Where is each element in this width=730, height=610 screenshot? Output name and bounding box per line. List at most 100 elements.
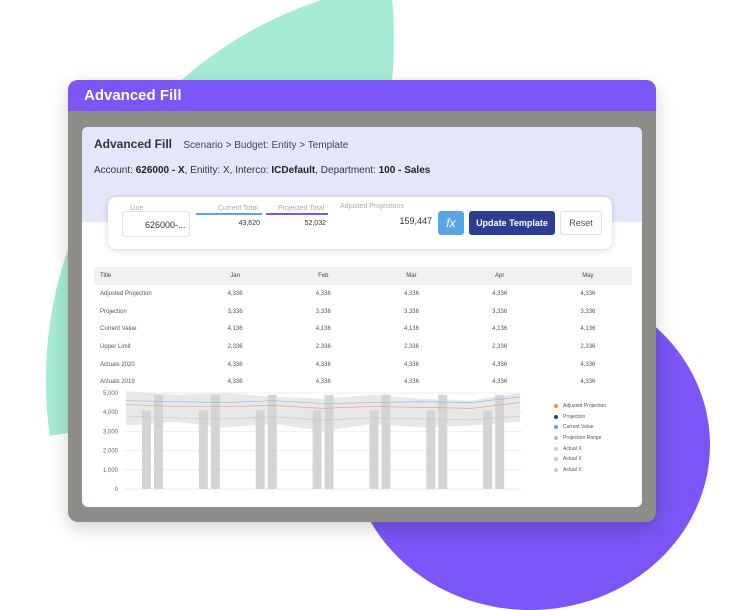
projected-total-label: Projected Total <box>278 205 325 212</box>
table-cell[interactable]: 2,336 <box>456 338 544 356</box>
legend-label: Projection <box>563 413 586 420</box>
bar <box>381 394 391 489</box>
table-cell[interactable]: 2,336 <box>191 338 279 356</box>
bar <box>255 410 265 489</box>
table-cell[interactable]: 4,336 <box>367 285 455 303</box>
table-cell[interactable]: 3,336 <box>279 303 367 321</box>
table-cell[interactable]: 3,336 <box>456 303 544 321</box>
legend-item[interactable]: Actual X <box>554 443 642 454</box>
bar <box>426 410 436 489</box>
table-cell[interactable]: 4,136 <box>367 320 455 338</box>
legend-item[interactable]: Projection Range <box>554 433 642 444</box>
bar <box>369 410 379 489</box>
account-label: Account: <box>94 165 133 176</box>
projection-range-band <box>126 391 520 432</box>
entity-label: , Enitity: X, Interco: <box>184 165 269 176</box>
table-cell[interactable]: 3,336 <box>191 303 279 321</box>
table-cell[interactable]: 4,136 <box>279 320 367 338</box>
column-header: Apr <box>455 267 544 285</box>
row-title: Current Value <box>100 326 137 333</box>
legend-item[interactable]: Current Value <box>554 422 642 433</box>
legend-item[interactable]: Projection <box>554 412 642 423</box>
table-cell[interactable]: 4,136 <box>456 320 544 338</box>
legend-swatch <box>554 436 558 441</box>
function-icon: fx <box>446 216 456 230</box>
projection-table: Title Jan Feb Mar Apr May Adjusted Proje… <box>94 267 632 391</box>
bar <box>438 394 448 489</box>
row-title: Projection <box>100 308 127 315</box>
projection-chart: 5,000 4,000 3,000 2,000 1,000 0 <box>94 385 534 497</box>
table-cell[interactable]: 4,336 <box>544 373 632 391</box>
y-tick-label: 4,000 <box>103 410 119 416</box>
column-header: Jan <box>191 267 280 285</box>
advanced-fill-panel: Advanced Fill Scenario > Budget: Entity … <box>82 127 642 507</box>
legend-swatch <box>554 457 558 462</box>
legend-label: Actual X <box>563 445 582 452</box>
legend-item[interactable]: Adjusted Projection <box>554 401 642 412</box>
table-cell[interactable]: 4,336 <box>279 285 367 303</box>
fx-button[interactable]: fx <box>438 211 464 235</box>
bar <box>495 394 505 489</box>
legend-label: Current Value <box>563 424 594 431</box>
bar <box>267 394 277 489</box>
legend-label: Actual X <box>563 466 582 473</box>
table-cell[interactable]: 4,336 <box>544 285 632 303</box>
panel-title: Advanced Fill <box>94 137 173 151</box>
chart-svg: 5,000 4,000 3,000 2,000 1,000 0 <box>103 391 522 493</box>
table-cell[interactable]: 3,336 <box>367 303 455 321</box>
reset-button[interactable]: Reset <box>560 211 602 235</box>
table-row[interactable]: Adjusted Projection 4,336 4,336 4,336 4,… <box>94 285 632 303</box>
table-cell[interactable]: 4,336 <box>456 356 544 374</box>
legend-swatch <box>554 414 558 419</box>
bar <box>154 394 163 489</box>
legend-swatch <box>554 404 558 409</box>
account-info: Account: 626000 - X, Enitity: X, Interco… <box>94 165 642 176</box>
table-cell[interactable]: 4,336 <box>367 356 455 374</box>
table-cell[interactable]: 4,336 <box>191 356 279 374</box>
table-cell[interactable]: 2,336 <box>279 338 367 356</box>
table-cell[interactable]: 2,336 <box>544 338 632 356</box>
bar <box>324 394 334 489</box>
bar <box>142 410 151 489</box>
table-cell[interactable]: 2,336 <box>367 338 455 356</box>
legend-label: Adjusted Projection <box>563 403 607 410</box>
table-row[interactable]: Actuals 2020 4,336 4,336 4,336 4,336 4,3… <box>94 356 632 374</box>
legend-label: Projection Range <box>563 435 602 442</box>
column-header: Feb <box>279 267 368 285</box>
adjusted-value[interactable]: 159,447 <box>399 216 432 226</box>
table-row[interactable]: Current Value 4,136 4,136 4,136 4,136 4,… <box>94 320 632 338</box>
table-cell[interactable]: 4,336 <box>279 356 367 374</box>
table-cell[interactable]: 4,136 <box>544 320 632 338</box>
y-tick-label: 5,000 <box>103 391 119 397</box>
y-tick-label: 2,000 <box>103 449 119 455</box>
row-title: Upper Limit <box>100 343 131 350</box>
legend-label: Actual X <box>563 456 582 463</box>
table-cell[interactable]: 3,336 <box>544 303 632 321</box>
table-cell[interactable]: 4,336 <box>191 285 279 303</box>
table-cell[interactable]: 4,336 <box>544 356 632 374</box>
table-header-row: Title Jan Feb Mar Apr May <box>94 267 632 285</box>
department-value: 100 - Sales <box>378 165 431 176</box>
table-row[interactable]: Projection 3,336 3,336 3,336 3,336 3,336 <box>94 303 632 321</box>
legend-item[interactable]: Actual X <box>554 454 642 465</box>
row-title: Actuals 2020 <box>100 361 135 368</box>
bar <box>210 394 220 489</box>
line-input[interactable]: 626000-... <box>122 211 190 237</box>
legend-swatch <box>554 467 558 472</box>
legend-item[interactable]: Actual X <box>554 465 642 476</box>
table-row[interactable]: Upper Limit 2,336 2,336 2,336 2,336 2,33… <box>94 338 632 356</box>
table-cell[interactable]: 4,136 <box>191 320 279 338</box>
interco-value: ICDefault <box>271 165 316 176</box>
current-total-value: 43,620 <box>238 220 260 227</box>
adjusted-label: Adjusted Projections <box>340 203 404 210</box>
bar <box>483 410 493 489</box>
projected-total-value: 52,032 <box>304 220 326 227</box>
department-label: , Department: <box>315 165 376 176</box>
y-tick-label: 0 <box>115 487 119 493</box>
account-value: 626000 - X <box>135 165 185 176</box>
update-template-button[interactable]: Update Template <box>469 211 555 235</box>
y-tick-label: 3,000 <box>103 429 119 435</box>
projected-total-bar <box>266 213 328 215</box>
chart-legend: Adjusted Projection Projection Current V… <box>554 401 642 475</box>
table-cell[interactable]: 4,336 <box>456 285 544 303</box>
